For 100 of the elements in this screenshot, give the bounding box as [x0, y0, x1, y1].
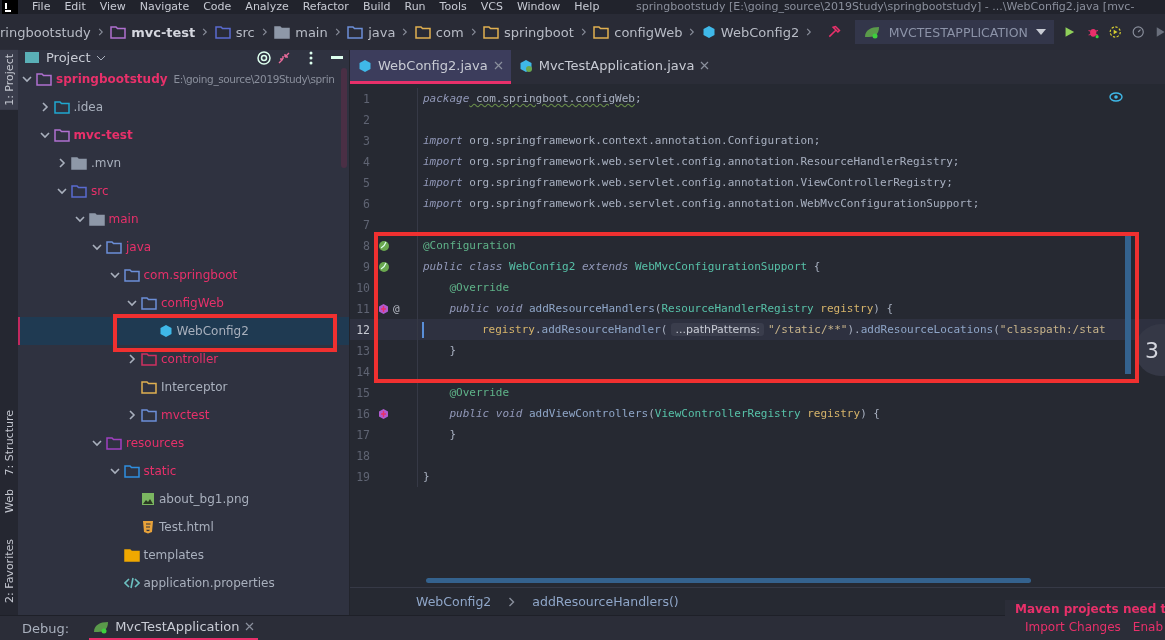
tool-window-tab[interactable]: 7: Structure [0, 405, 18, 480]
tree-row[interactable]: .mvn [18, 149, 349, 177]
chevron-down-icon[interactable] [22, 74, 32, 84]
chevron-down-icon[interactable] [109, 466, 120, 476]
run-icon[interactable] [1063, 25, 1075, 39]
breadcrumb[interactable]: WebConfig2 [701, 24, 800, 40]
menu-item[interactable]: Edit [64, 1, 86, 13]
folder-icon [123, 268, 140, 282]
file-name: java [126, 240, 152, 254]
menu-item[interactable]: Refactor [302, 1, 349, 13]
file-name: src [91, 184, 109, 198]
menu-item[interactable]: View [99, 1, 126, 13]
chevron-down-icon[interactable] [74, 214, 85, 224]
menu-item[interactable]: Window [516, 1, 561, 13]
breadcrumb[interactable]: main [274, 24, 328, 40]
file-name: com.springboot [143, 268, 238, 282]
folder-icon [141, 380, 157, 394]
line-number: 4 [362, 154, 370, 169]
code-line: } [448, 344, 457, 357]
class-icon [158, 324, 173, 338]
code-line: import org.springframework.web.servlet.config.annotation.WebMvcConfigurationSupport; [422, 197, 980, 210]
menu-item[interactable]: Run [404, 1, 426, 13]
tree-row[interactable]: springbootstudy E:\going_source\2019Study\sprin [18, 65, 349, 93]
debug-tab[interactable]: MvcTestApplication [89, 615, 259, 640]
line-number: 15 [355, 385, 370, 400]
tool-window-tab[interactable]: 2: Favorites [0, 535, 18, 608]
editor-tab[interactable]: WebConfig2.java [350, 50, 511, 84]
line-number: 18 [355, 448, 370, 463]
menu-item[interactable]: VCS [480, 1, 503, 13]
tree-row[interactable]: templates [18, 541, 349, 569]
chevron-down-icon[interactable] [92, 438, 102, 448]
chevron-down-icon[interactable] [39, 130, 50, 140]
folder-icon [106, 436, 122, 450]
menu-item[interactable]: Help [574, 1, 600, 13]
tree-row[interactable]: .idea [18, 93, 349, 121]
app-logo-icon [2, 0, 18, 14]
collapse-icon[interactable] [277, 50, 291, 65]
chevron-right-icon [470, 27, 477, 37]
file-name: .mvn [91, 156, 122, 170]
line-number: 6 [362, 196, 370, 211]
chevron-down-icon[interactable] [109, 270, 120, 280]
breadcrumb[interactable]: WebConfig2 [416, 594, 492, 609]
chevron-down-icon[interactable] [92, 242, 102, 252]
folder-icon [53, 128, 70, 142]
chevron-down-icon[interactable] [127, 298, 137, 308]
class-icon [358, 58, 372, 73]
line-number: 10 [355, 280, 370, 295]
menu-item[interactable]: Navigate [139, 1, 190, 13]
coverage-icon[interactable] [1109, 24, 1122, 40]
menu-item[interactable]: Code [203, 1, 232, 13]
line-number: 5 [362, 175, 370, 190]
folder-icon [141, 352, 157, 366]
menu-item[interactable]: Analyze [245, 1, 289, 13]
folder-icon [214, 25, 231, 39]
breadcrumb[interactable]: java [347, 24, 396, 40]
breadcrumb[interactable]: addResourceHandlers() [532, 594, 679, 609]
eye-icon[interactable] [1109, 92, 1123, 102]
tool-window-tab[interactable]: Web [0, 485, 18, 518]
folder-icon [106, 240, 122, 254]
chevron-right-icon[interactable] [127, 410, 137, 420]
menu-item[interactable]: Tools [439, 1, 467, 13]
panel-title[interactable]: Project [46, 50, 91, 65]
caret-icon[interactable] [96, 54, 107, 61]
menu-item[interactable]: Build [362, 1, 391, 13]
chevron-right-icon [508, 596, 516, 607]
minimize-icon[interactable] [331, 55, 343, 60]
tree-row[interactable]: Test.html [18, 513, 349, 541]
line-number: 2 [362, 112, 370, 127]
breadcrumb[interactable]: configWeb [593, 24, 683, 40]
chevron-down-icon[interactable] [57, 186, 67, 196]
line-number: 14 [355, 364, 370, 379]
run-configuration-dropdown[interactable]: MVCTESTAPPLICATION [854, 20, 1054, 44]
breadcrumb[interactable]: springboot [483, 24, 574, 40]
tree-row[interactable]: Interceptor [18, 373, 349, 401]
folder-icon [110, 25, 127, 39]
target-icon[interactable] [257, 50, 271, 65]
tool-window-tab[interactable]: 1: Project [0, 50, 18, 110]
breadcrumb[interactable]: ringbootstudy [0, 24, 91, 40]
breadcrumb[interactable]: mvc-test [110, 24, 196, 40]
override-icon [378, 407, 389, 420]
tree-row[interactable]: about_bg1.png [18, 485, 349, 513]
breadcrumb[interactable]: com [414, 24, 464, 40]
chevron-right-icon[interactable] [39, 102, 50, 112]
close-icon[interactable] [493, 61, 503, 70]
play-icon[interactable] [1155, 25, 1165, 39]
chevron-right-icon [580, 27, 587, 37]
more-icon[interactable] [309, 50, 313, 65]
close-icon[interactable] [700, 61, 710, 70]
chevron-right-icon[interactable] [127, 354, 137, 364]
file-name: .idea [73, 100, 103, 114]
chevron-right-icon[interactable] [57, 158, 67, 168]
editor-tab[interactable]: MvcTestApplication.java [510, 50, 718, 84]
menu-item[interactable]: File [32, 1, 51, 13]
folder-icon [53, 100, 70, 114]
tree-row[interactable]: application.properties [18, 569, 349, 597]
spring-app-icon [862, 25, 881, 39]
profiler-icon[interactable] [1131, 24, 1146, 40]
close-icon[interactable] [245, 622, 255, 631]
tree-row[interactable]: WebConfig2 [18, 317, 349, 345]
breadcrumb[interactable]: src [214, 24, 255, 40]
